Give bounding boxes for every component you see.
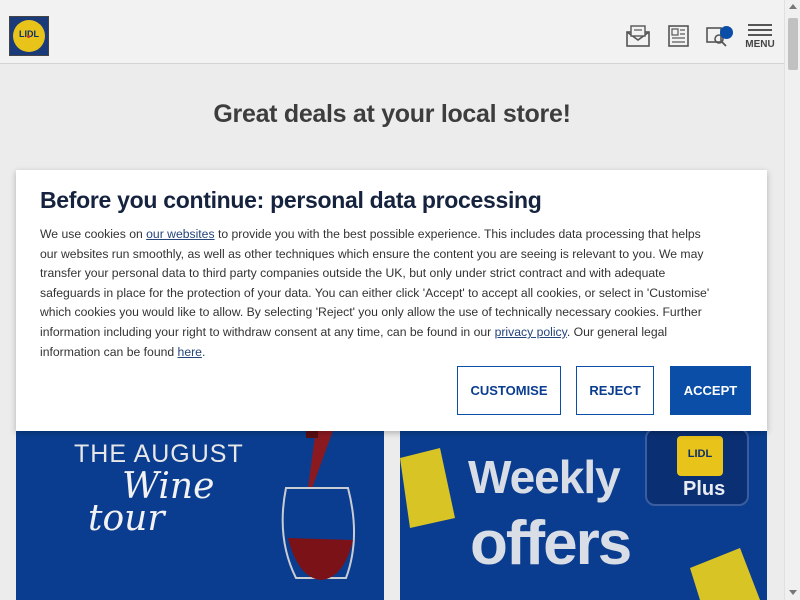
lidl-plus-label: Plus: [683, 478, 726, 500]
weekly-offers-line2: offers: [470, 509, 632, 578]
menu-icon: [748, 24, 772, 26]
wine-promo-title: THE AUGUST: [74, 440, 244, 468]
menu-icon-bar: [748, 34, 772, 36]
lidl-logo[interactable]: LIDL: [9, 16, 49, 56]
lidl-plus-logo: LIDL: [677, 436, 723, 476]
scroll-thumb[interactable]: [788, 18, 798, 70]
scroll-up-icon[interactable]: [789, 4, 797, 9]
page-headline: Great deals at your local store!: [213, 100, 571, 128]
dialog-body: We use cookies on our websites to provid…: [40, 225, 720, 362]
menu-button[interactable]: MENU: [744, 22, 776, 54]
logo-circle: LIDL: [13, 20, 45, 52]
body-text: .: [201, 344, 206, 359]
page-scrollbar[interactable]: [784, 0, 800, 600]
scroll-down-icon[interactable]: [789, 590, 797, 595]
menu-label: MENU: [745, 39, 775, 50]
cookie-consent-dialog: Before you continue: personal data proce…: [16, 170, 767, 431]
menu-icon-bar: [748, 29, 772, 31]
leaflet-icon[interactable]: [666, 24, 692, 48]
weekly-offers-promo[interactable]: Weekly offers LIDL Plus: [400, 428, 767, 600]
reject-button[interactable]: REJECT: [576, 366, 654, 415]
wine-promo-script-2: tour: [88, 498, 165, 539]
weekly-offers-line1: Weekly: [468, 451, 621, 503]
our-websites-link[interactable]: our websites: [146, 227, 214, 241]
body-text: We use cookies on: [40, 227, 147, 241]
body-text: to provide you with the best possible ex…: [40, 227, 710, 339]
customise-button[interactable]: CUSTOMISE: [457, 366, 561, 415]
accept-button[interactable]: ACCEPT: [670, 366, 751, 415]
newsletter-icon[interactable]: [625, 24, 651, 48]
lidl-plus-badge: LIDL Plus: [645, 428, 749, 506]
logo-dot: [27, 35, 30, 38]
notification-badge: [720, 26, 733, 39]
legal-info-link[interactable]: here: [178, 345, 202, 359]
dialog-title: Before you continue: personal data proce…: [40, 187, 542, 213]
privacy-policy-link[interactable]: privacy policy: [495, 325, 567, 339]
site-header: LIDL MENU: [0, 0, 784, 64]
lidl-plus-logo-text: LIDL: [687, 448, 713, 460]
wine-tour-promo[interactable]: THE AUGUST Wine tour: [16, 428, 384, 600]
